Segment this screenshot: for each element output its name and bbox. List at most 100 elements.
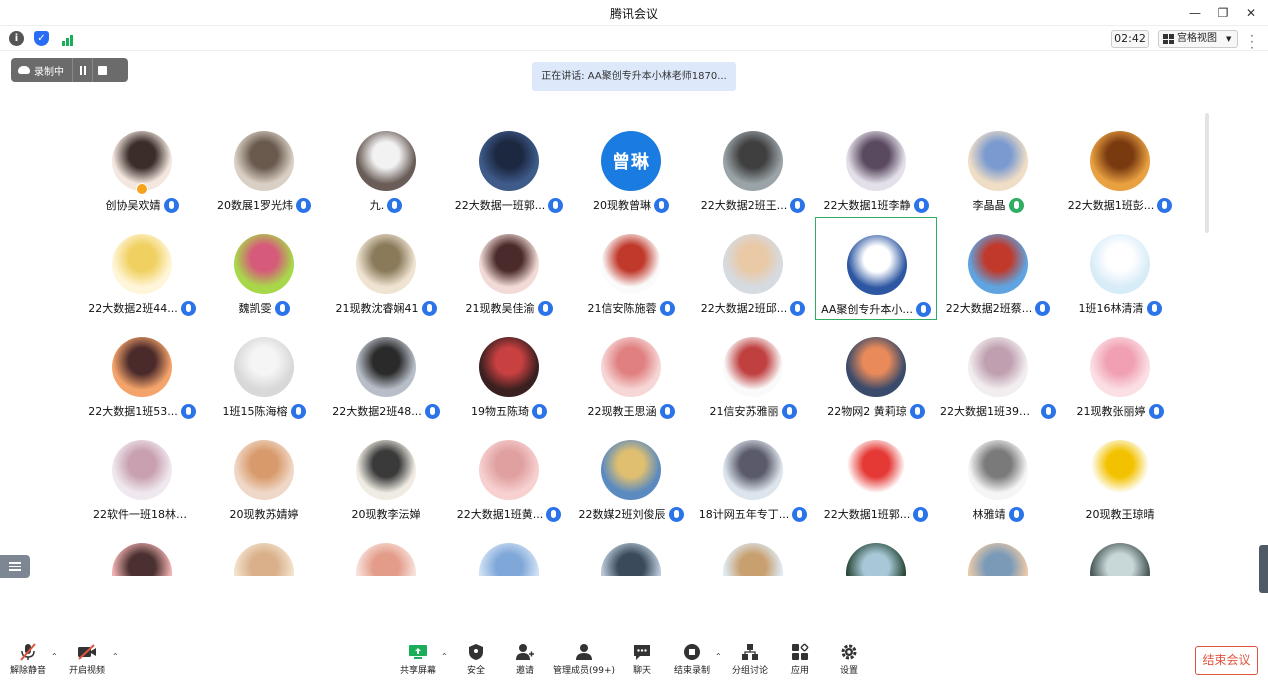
info-icon[interactable]: i [9, 31, 24, 46]
participant-tile[interactable]: 22大数据1班彭... [1059, 114, 1181, 217]
participant-name-row: 20现教李沄婵 [325, 505, 447, 523]
participant-tile[interactable]: 22大数据2班蔡... [937, 217, 1059, 320]
participant-name: AA聚创专升本小... [821, 303, 913, 316]
participant-tile[interactable]: 22大数据1班39号钟... [937, 320, 1059, 423]
participant-tile[interactable]: 22大数据1班黄... [448, 423, 570, 526]
participant-tile[interactable] [570, 526, 692, 576]
info-bar: i ✓ 02:42 宫格视图 ▼ · · · [0, 27, 1268, 54]
mic-icon [290, 403, 306, 419]
share-screen-button[interactable]: 共享屏幕 [393, 643, 443, 676]
more-options-icon[interactable]: · · · [1250, 30, 1254, 54]
participant-tile[interactable]: 18计网五年专丁... [692, 423, 814, 526]
chevron-down-icon: ▼ [1226, 35, 1232, 43]
participant-tile[interactable]: 22大数据1班郭... [815, 423, 937, 526]
participant-tile[interactable]: 22大数据2班王... [692, 114, 814, 217]
participant-tile[interactable]: 创协吴欢婧 [81, 114, 203, 217]
manage-members-button[interactable]: 管理成员(99+) [553, 643, 615, 676]
participant-tile[interactable]: 曾琳 20现教曾琳 [570, 114, 692, 217]
security-button[interactable]: 安全 [451, 643, 501, 676]
participant-tile[interactable]: 20现教李沄婵 [325, 423, 447, 526]
participant-tile[interactable]: 21信安苏雅丽 [692, 320, 814, 423]
participant-name: 20现教王琼晴 [1085, 508, 1155, 521]
end-meeting-button[interactable]: 结束会议 [1195, 646, 1258, 675]
participant-tile[interactable]: 21现教吴佳渝 [448, 217, 570, 320]
participant-tile[interactable] [692, 526, 814, 576]
share-options-chevron-icon[interactable]: ⌃ [441, 652, 448, 661]
participant-tile[interactable]: 20数展1罗光炜 [203, 114, 325, 217]
avatar [234, 543, 294, 576]
participant-tile[interactable]: 1班16林清清 [1059, 217, 1181, 320]
signal-icon[interactable] [59, 31, 75, 46]
close-icon[interactable]: ✕ [1240, 2, 1262, 24]
participant-tile[interactable]: 22大数据1班53... [81, 320, 203, 423]
participant-tile[interactable] [325, 526, 447, 576]
participant-tile[interactable]: 21现教张丽婷 [1059, 320, 1181, 423]
window-controls: — ❐ ✕ [1184, 2, 1262, 24]
participant-name-row: 21现教沈睿娴41 [325, 299, 447, 317]
unmute-button[interactable]: 解除静音 [3, 643, 53, 676]
participant-tile[interactable]: 21现教沈睿娴41 [325, 217, 447, 320]
participant-tile[interactable]: AA聚创专升本小... [815, 217, 937, 320]
participant-tile[interactable] [1059, 526, 1181, 576]
grid-scrollbar[interactable] [1205, 113, 1209, 233]
participant-tile[interactable]: 魏凯雯 [203, 217, 325, 320]
record-options-chevron-icon[interactable]: ⌃ [715, 652, 722, 661]
breakout-rooms-button[interactable]: 分组讨论 [725, 643, 775, 676]
apps-button[interactable]: 应用 [775, 643, 825, 676]
avatar [234, 234, 294, 294]
pause-recording-button[interactable] [72, 58, 92, 82]
audio-options-chevron-icon[interactable]: ⌃ [51, 652, 58, 661]
video-options-chevron-icon[interactable]: ⌃ [112, 652, 119, 661]
avatar [968, 543, 1028, 576]
side-panel-handle[interactable] [1259, 545, 1268, 593]
mic-icon [668, 506, 684, 522]
avatar [1090, 440, 1150, 500]
security-shield-icon [466, 643, 486, 661]
stop-recording-button[interactable] [92, 58, 112, 82]
avatar [846, 337, 906, 397]
participant-tile[interactable] [448, 526, 570, 576]
apps-icon [790, 643, 810, 661]
participant-name-row: 20现教曾琳 [570, 196, 692, 214]
participant-tile[interactable]: 1班15陈海榕 [203, 320, 325, 423]
participant-tile[interactable]: 22软件一班18林予倩 [81, 423, 203, 526]
participant-tile[interactable]: 22大数据2班44... [81, 217, 203, 320]
minimize-icon[interactable]: — [1184, 2, 1206, 24]
settings-button[interactable]: 设置 [824, 643, 874, 676]
avatar [968, 234, 1028, 294]
participant-tile[interactable]: 22物网2 黄莉琼 [815, 320, 937, 423]
chat-button[interactable]: 聊天 [617, 643, 667, 676]
mic-icon [659, 300, 675, 316]
participant-tile[interactable]: 21信安陈施蓉 [570, 217, 692, 320]
participant-tile[interactable]: 20现教王琼晴 [1059, 423, 1181, 526]
participant-tile[interactable]: 22大数据一班郭... [448, 114, 570, 217]
participant-name: 22大数据1班黄... [456, 508, 544, 521]
participant-tile[interactable]: 20现教苏婧婷 [203, 423, 325, 526]
participant-name-row: 20现教苏婧婷 [203, 505, 325, 523]
participant-tile[interactable]: 22现教王思涵 [570, 320, 692, 423]
participant-tile[interactable]: 22大数据2班邱... [692, 217, 814, 320]
participant-tile[interactable] [203, 526, 325, 576]
participant-tile[interactable]: 林雅靖 [937, 423, 1059, 526]
participant-name: 22大数据2班48... [332, 405, 422, 418]
participant-name: 21信安苏雅丽 [709, 405, 779, 418]
shield-icon[interactable]: ✓ [34, 31, 49, 46]
participant-tile[interactable]: 22数媒2班刘俊辰 [570, 423, 692, 526]
participant-tile[interactable] [81, 526, 203, 576]
participant-name-row: 22大数据2班王... [692, 196, 814, 214]
participant-list-toggle[interactable] [0, 555, 30, 578]
participant-tile[interactable]: 22大数据1班李静 [815, 114, 937, 217]
participant-tile[interactable]: 九. [325, 114, 447, 217]
participant-tile[interactable]: 李晶晶 [937, 114, 1059, 217]
participant-name: 21信安陈施蓉 [587, 302, 657, 315]
avatar [112, 440, 172, 500]
participant-tile[interactable]: 22大数据2班48... [325, 320, 447, 423]
restore-icon[interactable]: ❐ [1212, 2, 1234, 24]
participant-tile[interactable] [937, 526, 1059, 576]
participant-tile[interactable]: 19物五陈琦 [448, 320, 570, 423]
invite-button[interactable]: 邀请 [500, 643, 550, 676]
end-recording-button[interactable]: 结束录制 [667, 643, 717, 676]
view-mode-select[interactable]: 宫格视图 ▼ [1158, 30, 1238, 48]
participant-tile[interactable] [815, 526, 937, 576]
start-video-button[interactable]: 开启视频 [62, 643, 112, 676]
